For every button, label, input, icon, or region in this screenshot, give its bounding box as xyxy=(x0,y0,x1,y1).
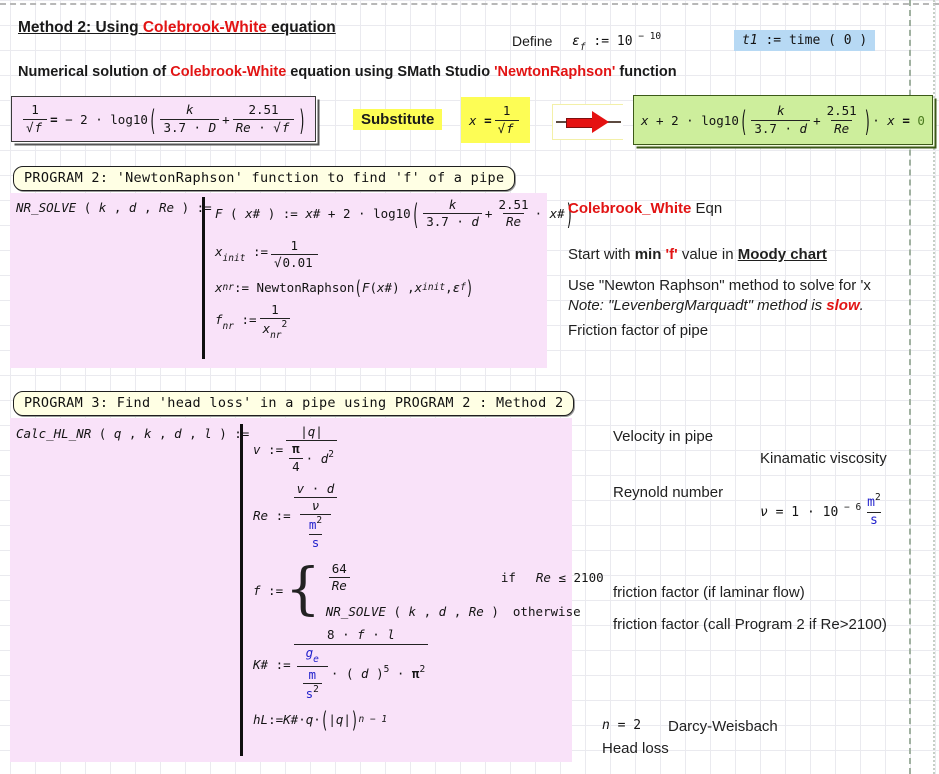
program3-region[interactable]: Calc_HL_NR ( q , k , d , l ) := v := |q|… xyxy=(10,418,572,762)
equation-end: · x = 0 xyxy=(872,113,925,128)
implies-arrow-region[interactable] xyxy=(552,104,623,140)
note-levenberg-slow[interactable]: Note: "LevenbergMarquadt" method is slow… xyxy=(568,297,864,314)
note-use-newton-raphson[interactable]: Use "Newton Raphson" method to solve for… xyxy=(568,277,871,294)
note-start-min-f[interactable]: Start with min 'f' value in Moody chart xyxy=(568,246,827,263)
x-substitution-definition[interactable]: x = 1 √f xyxy=(461,97,530,143)
calc-hl-nr-signature: Calc_HL_NR ( q , k , d , l ) := xyxy=(16,426,249,441)
note-friction-factor[interactable]: Friction factor of pipe xyxy=(568,322,708,339)
canvas-right-edge-line xyxy=(933,0,935,774)
page-break-top-line xyxy=(0,3,939,5)
note-velocity[interactable]: Velocity in pipe xyxy=(613,428,713,445)
plus-sign: + xyxy=(813,113,821,128)
transformed-equation-box[interactable]: x + 2 · log10 ( k 3.7 · d + 2.51 Re ) · … xyxy=(633,95,933,145)
equation-start: x + 2 · log10 xyxy=(641,113,739,128)
program3-header-box[interactable]: PROGRAM 3: Find 'head loss' in a pipe us… xyxy=(13,391,574,416)
fraction: k 3.7 · d xyxy=(751,103,810,137)
page-title[interactable]: Method 2: Using Colebrook-White equation xyxy=(18,19,336,37)
right-paren: ) xyxy=(298,102,306,137)
fraction: 1 √f xyxy=(495,103,519,137)
program3-line-hL: hL := K# · q · ( |q| ) n − 1 xyxy=(253,712,387,727)
program2-line-fnr: fnr := 1xnr2 xyxy=(215,302,293,343)
n-equals-2[interactable]: n = 2 xyxy=(602,718,641,733)
red-arrow-head xyxy=(592,111,609,133)
epsilon-f-definition[interactable]: εf := 10 − 10 xyxy=(572,31,661,53)
equation-middle: = − 2 · log10 xyxy=(50,112,148,127)
fraction: 1 √f xyxy=(23,102,47,136)
nu-expression: ν = 1 · 10 − 6 xyxy=(760,502,861,520)
note-turbulent-friction[interactable]: friction factor (call Program 2 if Re>21… xyxy=(613,616,887,633)
substitute-label[interactable]: Substitute xyxy=(353,109,442,130)
note-head-loss[interactable]: Head loss xyxy=(602,740,669,757)
viscosity-value[interactable]: ν = 1 · 10 − 6 m2 s xyxy=(760,492,887,530)
note-colebrook-eqn[interactable]: Colebrook_White Eqn xyxy=(568,200,722,217)
note-laminar-friction[interactable]: friction factor (if laminar flow) xyxy=(613,584,805,601)
plus-sign: + xyxy=(222,112,230,127)
program3-line-v: v := |q| π4 · d2 xyxy=(253,424,340,475)
program3-line-Re: Re := v · d ν m2s xyxy=(253,481,340,551)
subtitle[interactable]: Numerical solution of Colebrook-White eq… xyxy=(18,64,677,80)
program2-line-xinit: xinit := 1√0.01 xyxy=(215,238,321,272)
program2-body: F ( x# ) := x# + 2 · log10 ( k3.7 · d + … xyxy=(202,197,574,359)
right-paren: ) xyxy=(864,103,872,138)
program2-line-F: F ( x# ) := x# + 2 · log10 ( k3.7 · d + … xyxy=(215,197,574,231)
program3-body: v := |q| π4 · d2 Re := v · d ν xyxy=(240,424,604,756)
left-paren: ( xyxy=(740,103,748,138)
note-kinematic-viscosity[interactable]: Kinamatic viscosity xyxy=(760,450,887,467)
x-equals: x = xyxy=(469,113,492,128)
program2-line-xnr: xnr := NewtonRaphson ( F ( x# ) , xinit … xyxy=(215,280,473,295)
fraction: 2.51 Re · √f xyxy=(233,102,295,136)
program2-header-box[interactable]: PROGRAM 2: 'NewtonRaphson' function to f… xyxy=(13,166,515,191)
units-fraction: m2 s xyxy=(864,492,884,530)
fraction: 2.51 Re xyxy=(824,103,860,137)
t1-timer-definition[interactable]: t1 := time ( 0 ) xyxy=(734,30,875,51)
note-darcy-weisbach[interactable]: Darcy-Weisbach xyxy=(668,718,778,735)
colebrook-white-equation-box[interactable]: 1 √f = − 2 · log10 ( k 3.7 · D + 2.51 Re… xyxy=(11,96,316,142)
program3-line-f: f := { 64Re if Re ≤ 2100 NR_SOLVE ( k , … xyxy=(253,561,604,620)
define-label[interactable]: Define xyxy=(512,33,552,49)
nr-solve-signature: NR_SOLVE ( k , d , Re ) := xyxy=(16,200,212,215)
red-arrow-icon xyxy=(566,118,593,128)
left-paren: ( xyxy=(149,102,157,137)
fraction: k 3.7 · D xyxy=(160,102,219,136)
smath-worksheet-canvas[interactable]: Method 2: Using Colebrook-White equation… xyxy=(0,0,939,774)
note-reynolds-number[interactable]: Reynold number xyxy=(613,484,723,501)
program3-line-K: K# := 8 · f · l ge ms2 · ( d )5 · π2 xyxy=(253,627,431,702)
program2-region[interactable]: NR_SOLVE ( k , d , Re ) := F ( x# ) := x… xyxy=(10,193,547,368)
